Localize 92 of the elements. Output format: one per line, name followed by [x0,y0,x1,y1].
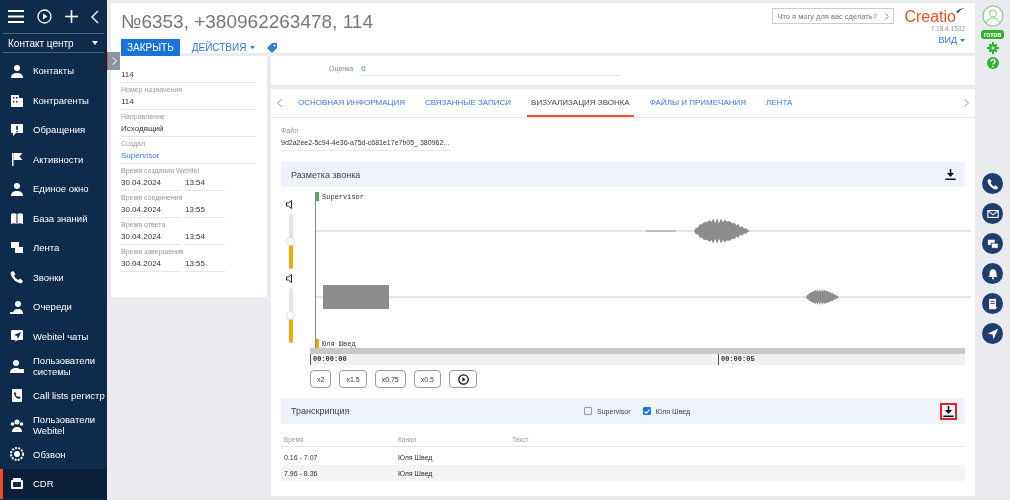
group-icon [10,417,24,432]
notification-button[interactable] [982,263,1003,284]
send-icon [986,327,999,340]
sidebar-item[interactable]: Пользователи Webitel [0,410,107,440]
bell-icon [986,267,999,280]
sidebar-item[interactable]: Контакты [0,56,107,86]
checkbox[interactable] [584,407,593,415]
sidebar-item[interactable]: Обзвон [0,439,107,469]
chat-icon [10,240,24,255]
tab[interactable]: ОСНОВНАЯ ИНФОРМАЦИЯ [294,89,409,117]
play-icon [457,373,469,385]
field-value: 114 [121,68,256,83]
time-value: 13:54 [185,230,225,245]
alert-icon [10,122,24,137]
sidebar-item[interactable]: Единое окно [0,174,107,204]
speaker-icon[interactable] [286,274,294,283]
email-button[interactable] [982,203,1003,224]
view-button[interactable]: ВИД [938,35,965,45]
sidebar-item[interactable]: Call lists регистр [0,380,107,410]
close-button[interactable]: ЗАКРЫТЬ [121,39,180,56]
volume-slider[interactable] [289,288,293,343]
field-value: 0 [361,63,622,76]
sidebar-item[interactable]: База знаний [0,203,107,233]
chat-icon [986,237,999,250]
page-title: №6353, +380962263478, 114 [121,11,373,33]
sidebar-item[interactable]: Контрагенты [0,85,107,115]
checkbox[interactable] [642,407,651,415]
volume-slider[interactable] [289,214,293,269]
chevron-icon [885,12,890,20]
sidebar-item[interactable]: Обращения [0,115,107,145]
speaker-icon[interactable] [286,200,294,209]
book-icon [10,211,24,226]
play-button[interactable] [449,370,477,388]
send-icon [10,329,24,344]
date-value: 30.04.2024 [121,230,181,245]
slider-thumb[interactable] [286,310,295,320]
person-icon [10,181,24,196]
download-button[interactable] [944,168,957,181]
caret-icon [960,38,965,42]
back-icon[interactable] [91,9,99,24]
phone-button[interactable] [982,173,1003,194]
play-icon[interactable] [37,9,52,24]
expand-handle[interactable] [107,52,120,70]
tab[interactable]: ЛЕНТА [762,89,797,117]
time-value: 13:55 [185,257,225,272]
help-icon[interactable] [986,57,999,69]
sidebar-item[interactable]: Очереди [0,292,107,322]
person-icon [10,63,24,78]
document-icon [986,297,999,310]
sidebar-item[interactable]: Лента [0,233,107,263]
logo: Creatio [904,8,965,25]
download-icon [945,169,956,180]
caret-icon [92,41,98,45]
chevron-icon [111,57,117,65]
dial-icon [10,447,24,462]
field-link[interactable]: Supervisor [121,149,256,164]
phonebook-icon [10,388,24,403]
date-value: 30.04.2024 [121,176,181,191]
document-button[interactable] [982,293,1003,314]
building-icon [10,93,24,108]
field-value: Исходящий [121,122,256,137]
caret-icon [250,46,256,49]
plus-icon[interactable] [65,10,78,23]
sidebar-item[interactable]: Активности [0,144,107,174]
sidebar-item[interactable]: Webitel чаты [0,321,107,351]
time-value: 13:55 [185,203,225,218]
sidebar-item[interactable]: Звонки [0,262,107,292]
chat-button[interactable] [982,233,1003,254]
flag-icon [10,152,24,167]
phone-icon [986,177,999,190]
date-value: 30.04.2024 [121,257,181,272]
actions-button[interactable]: ДЕЙСТВИЯ [189,42,258,53]
slider-thumb[interactable] [286,236,295,246]
sidebar-item[interactable]: CDR [0,469,107,499]
mail-icon [986,207,999,220]
download-icon [943,405,954,417]
send-button[interactable] [982,323,1003,344]
field-value: 114 [121,95,256,110]
section-dropdown[interactable]: Контакт центр [3,33,104,53]
sidebar-item[interactable]: Пользователи системы [0,351,107,381]
tab[interactable]: ВИЗУАЛИЗАЦИЯ ЗВОНКА [527,89,634,117]
phone-icon [10,270,24,285]
cdr-icon [10,476,24,491]
section-title: Транскрипция [291,406,350,416]
download-button[interactable] [940,402,957,420]
date-value: 30.04.2024 [121,203,181,218]
tab[interactable]: СВЯЗАННЫЕ ЗАПИСИ [421,89,516,117]
section-title: Разметка звонка [291,169,361,180]
menu-icon[interactable] [8,10,24,23]
time-value: 13:54 [185,176,225,191]
tab[interactable]: ФАЙЛЫ И ПРИМЕЧАНИЯ [645,89,751,117]
tag-icon[interactable] [267,42,278,53]
